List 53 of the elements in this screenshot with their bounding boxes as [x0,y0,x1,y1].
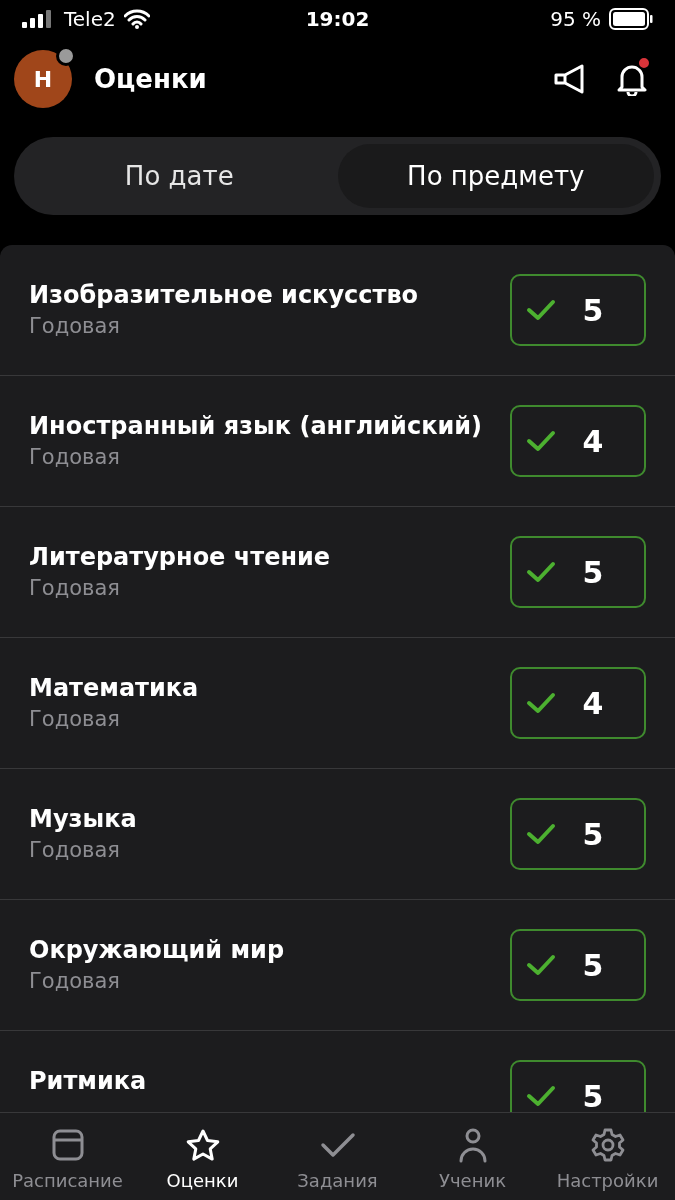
check-icon [319,1130,356,1160]
subject-name: Математика [29,673,200,704]
subject-name: Литературное чтение [29,542,332,573]
subject-name: Изобразительное искусство [29,280,420,311]
grade-badge[interactable]: 5 [510,536,646,608]
nav-tab[interactable]: Задания [270,1113,405,1200]
check-icon [526,560,556,584]
nav-tab[interactable]: Ученик [405,1113,540,1200]
grade-badge[interactable]: 4 [510,667,646,739]
nav-tab[interactable]: Настройки [540,1113,675,1200]
grade-value: 4 [581,422,605,461]
calendar-icon [50,1128,85,1162]
grade-badge[interactable]: 5 [510,929,646,1001]
grade-value: 5 [581,291,605,330]
wifi-icon [123,9,150,29]
grade-value: 4 [581,684,605,723]
subject-name: Ритмика [29,1066,148,1097]
grade-period: Годовая [29,444,121,471]
subject-name: Иностранный язык (английский) [29,411,484,442]
clock-time: 19:02 [305,6,370,33]
grade-period: Годовая [29,837,121,864]
grade-value: 5 [581,1077,605,1112]
check-icon [526,822,556,846]
grade-badge[interactable]: 5 [510,274,646,346]
grade-value: 5 [581,946,605,985]
person-icon [457,1127,488,1163]
grade-badge[interactable]: 4 [510,405,646,477]
grade-badge[interactable]: 5 [510,798,646,870]
segment-tab[interactable]: По предмету [337,144,654,208]
grade-period: Годовая [29,575,121,602]
subject-name: Окружающий мир [29,935,286,966]
star-icon [184,1128,221,1162]
check-icon [526,691,556,715]
check-icon [526,429,556,453]
battery-percent: 95 % [550,6,601,33]
megaphone-icon[interactable] [553,64,587,94]
segment-tab[interactable]: По дате [21,144,338,208]
grade-value: 5 [581,553,605,592]
check-icon [526,1084,556,1108]
avatar[interactable]: Н [14,50,72,108]
grade-value: 5 [581,815,605,854]
nav-tab[interactable]: Расписание [0,1113,135,1200]
check-icon [526,298,556,322]
grade-period: Годовая [29,313,121,340]
check-icon [526,953,556,977]
grade-period: Годовая [29,706,121,733]
grade-period: Годовая [29,968,121,995]
settings-icon [589,1127,626,1163]
nav-tab[interactable]: Оценки [135,1113,270,1200]
battery-icon [609,8,653,30]
subject-name: Музыка [29,804,138,835]
page-title: Оценки [94,62,208,96]
carrier-name: Tele2 [64,6,116,33]
